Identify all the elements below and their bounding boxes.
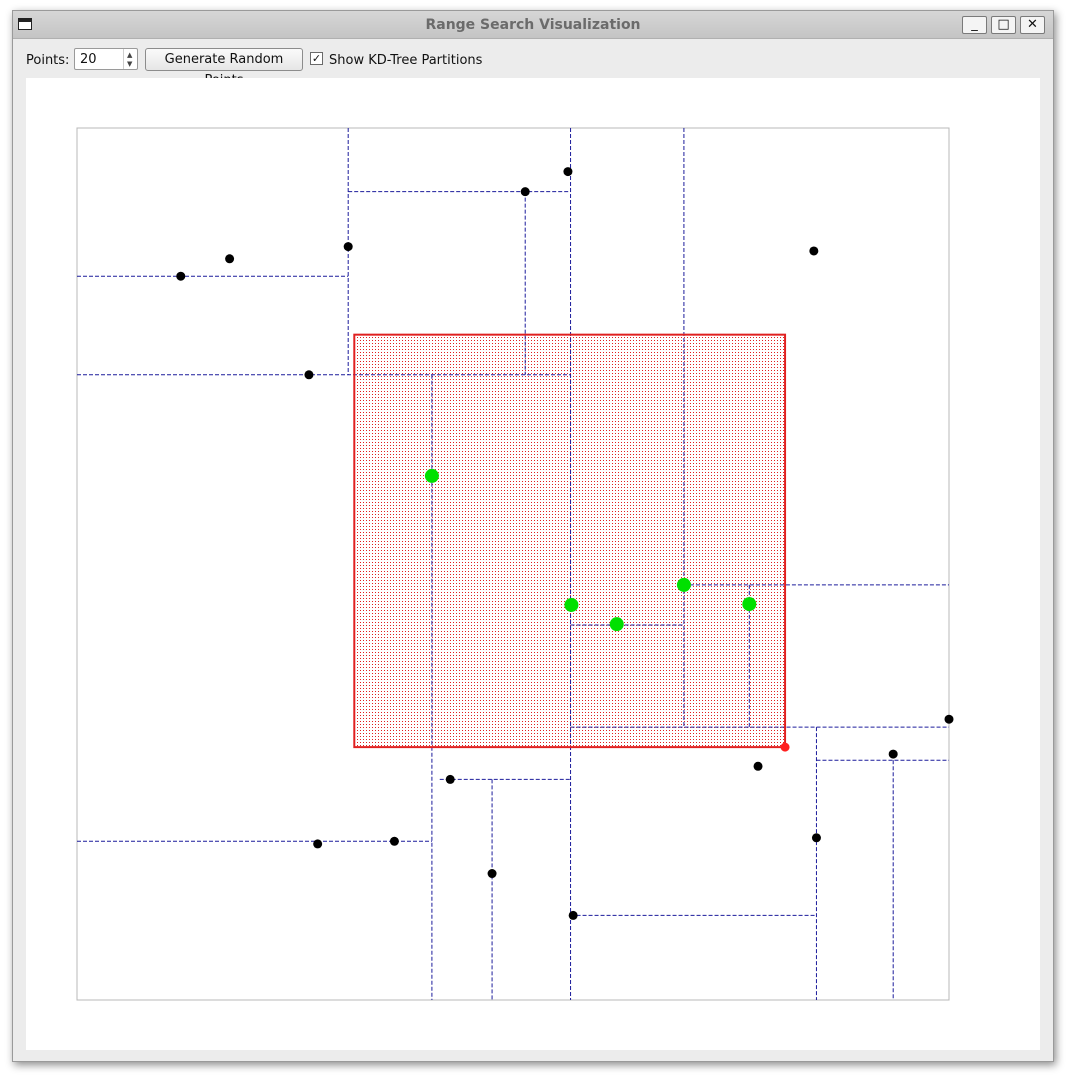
point bbox=[176, 271, 186, 281]
spin-arrows[interactable]: ▲ ▼ bbox=[123, 49, 137, 69]
point bbox=[304, 370, 314, 380]
point bbox=[811, 833, 821, 843]
point bbox=[313, 839, 323, 849]
points-label: Points: bbox=[26, 53, 70, 68]
window-title: Range Search Visualization bbox=[425, 17, 641, 33]
query-range-fill bbox=[354, 334, 786, 748]
point bbox=[563, 167, 573, 177]
point bbox=[389, 836, 399, 846]
point bbox=[568, 910, 578, 920]
spin-down-icon[interactable]: ▼ bbox=[127, 60, 132, 68]
title-bar[interactable]: Range Search Visualization _ □ ✕ bbox=[13, 11, 1053, 39]
range-search-plot[interactable] bbox=[26, 78, 1040, 1050]
point bbox=[809, 246, 819, 256]
points-spinbox[interactable]: 20 ▲ ▼ bbox=[74, 48, 138, 70]
point bbox=[445, 774, 455, 784]
point-in-range bbox=[676, 577, 691, 592]
point-in-range bbox=[564, 597, 579, 612]
spin-up-icon[interactable]: ▲ bbox=[127, 51, 132, 59]
point bbox=[487, 869, 497, 879]
point-in-range bbox=[742, 597, 757, 612]
point bbox=[944, 714, 954, 724]
point bbox=[343, 242, 353, 252]
minimize-button[interactable]: _ bbox=[962, 16, 987, 34]
show-partitions-checkbox[interactable]: ✓ bbox=[310, 52, 323, 65]
point bbox=[225, 254, 235, 264]
point-in-range bbox=[424, 468, 439, 483]
query-anchor-point bbox=[780, 742, 790, 752]
app-window: Range Search Visualization _ □ ✕ Points:… bbox=[12, 10, 1054, 1062]
point bbox=[520, 187, 530, 197]
points-value[interactable]: 20 bbox=[80, 52, 97, 67]
close-button[interactable]: ✕ bbox=[1020, 16, 1045, 34]
generate-random-points-button[interactable]: Generate Random Points bbox=[145, 48, 303, 88]
toolbar: Points: 20 ▲ ▼ Generate Random Points ✓ … bbox=[13, 39, 1053, 88]
checkmark-icon: ✓ bbox=[311, 52, 322, 65]
point bbox=[888, 749, 898, 759]
show-partitions-label[interactable]: Show KD-Tree Partitions bbox=[329, 53, 482, 68]
maximize-button[interactable]: □ bbox=[991, 16, 1016, 34]
point-in-range bbox=[609, 617, 624, 632]
visualization-canvas[interactable] bbox=[26, 78, 1040, 1050]
point bbox=[753, 761, 763, 771]
